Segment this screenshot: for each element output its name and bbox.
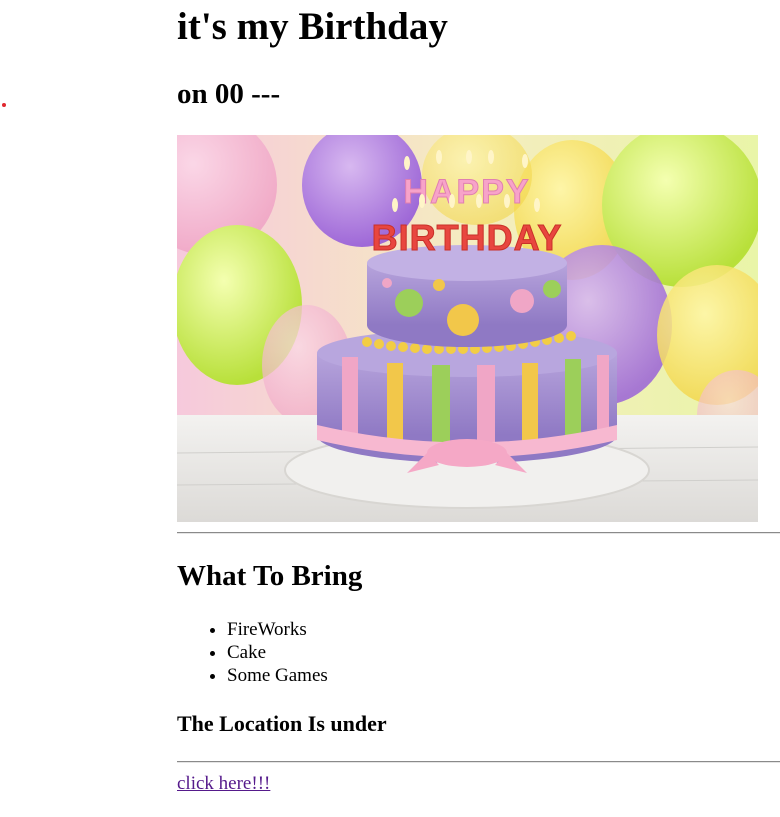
list-item: FireWorks [227, 618, 328, 641]
list-item: Cake [227, 641, 328, 664]
bring-list: FireWorks Cake Some Games [177, 618, 328, 687]
main-content: it's my Birthday on 00 --- HAPPY BIRTHDA… [177, 0, 780, 794]
page: it's my Birthday on 00 --- HAPPY BIRTHDA… [0, 0, 780, 817]
cake-illustration: HAPPY BIRTHDAY [177, 135, 758, 522]
page-title: it's my Birthday [177, 5, 448, 48]
cake-bottom-candles: BIRTHDAY [372, 217, 563, 258]
location-link[interactable]: click here!!! [177, 772, 270, 796]
list-item: Some Games [227, 664, 328, 687]
red-dot [2, 103, 6, 107]
what-to-bring-heading: What To Bring [177, 560, 363, 592]
birthday-cake-image: HAPPY BIRTHDAY [177, 135, 758, 522]
location-heading: The Location Is under [177, 711, 387, 736]
divider-bottom [177, 761, 780, 763]
date-heading: on 00 --- [177, 78, 281, 110]
divider-top [177, 532, 780, 534]
